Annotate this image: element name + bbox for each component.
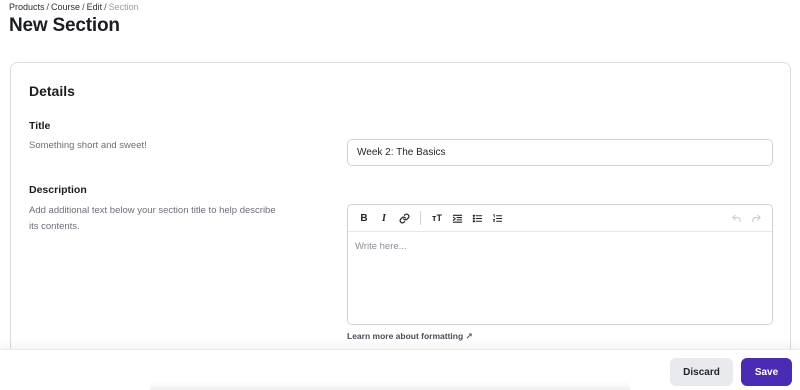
breadcrumb-item-edit[interactable]: Edit bbox=[87, 2, 103, 12]
history-controls bbox=[726, 208, 766, 228]
undo-icon[interactable] bbox=[726, 208, 746, 228]
title-input[interactable] bbox=[347, 139, 773, 166]
formatting-help-link[interactable]: Learn more about formatting ↗ bbox=[347, 331, 473, 342]
breadcrumb-item-products[interactable]: Products bbox=[9, 2, 45, 12]
title-label: Title bbox=[29, 120, 51, 132]
italic-icon[interactable]: I bbox=[374, 208, 394, 228]
description-textarea[interactable] bbox=[348, 232, 772, 324]
breadcrumb-separator: / bbox=[82, 2, 85, 12]
footer-shadow bbox=[150, 381, 630, 390]
external-link-arrow-icon: ↗ bbox=[465, 331, 473, 341]
link-icon[interactable] bbox=[394, 208, 414, 228]
discard-button[interactable]: Discard bbox=[670, 358, 733, 386]
description-label: Description bbox=[29, 184, 87, 196]
indent-icon[interactable] bbox=[447, 208, 467, 228]
breadcrumb-separator: / bbox=[46, 2, 50, 12]
title-help-text: Something short and sweet! bbox=[29, 140, 147, 151]
breadcrumb-item-current: Section bbox=[108, 2, 139, 12]
save-button[interactable]: Save bbox=[741, 358, 792, 386]
toolbar-divider bbox=[420, 211, 421, 225]
description-help-text: Add additional text below your section t… bbox=[29, 205, 276, 232]
formatting-help-link-label: Learn more about formatting bbox=[347, 331, 464, 341]
numbered-list-icon[interactable] bbox=[487, 208, 507, 228]
details-heading: Details bbox=[29, 83, 75, 99]
description-editor: B I ᴛT bbox=[347, 204, 773, 325]
breadcrumb-separator: / bbox=[104, 2, 107, 12]
editor-toolbar: B I ᴛT bbox=[348, 205, 772, 232]
bullet-list-icon[interactable] bbox=[467, 208, 487, 228]
text-size-icon[interactable]: ᴛT bbox=[427, 208, 447, 228]
page-title: New Section bbox=[9, 15, 120, 36]
bold-icon[interactable]: B bbox=[354, 208, 374, 228]
details-card: Details Title Something short and sweet!… bbox=[10, 62, 791, 362]
breadcrumb: Products / Course / Edit / Section bbox=[9, 2, 139, 12]
redo-icon[interactable] bbox=[746, 208, 766, 228]
breadcrumb-item-course[interactable]: Course bbox=[51, 2, 80, 12]
